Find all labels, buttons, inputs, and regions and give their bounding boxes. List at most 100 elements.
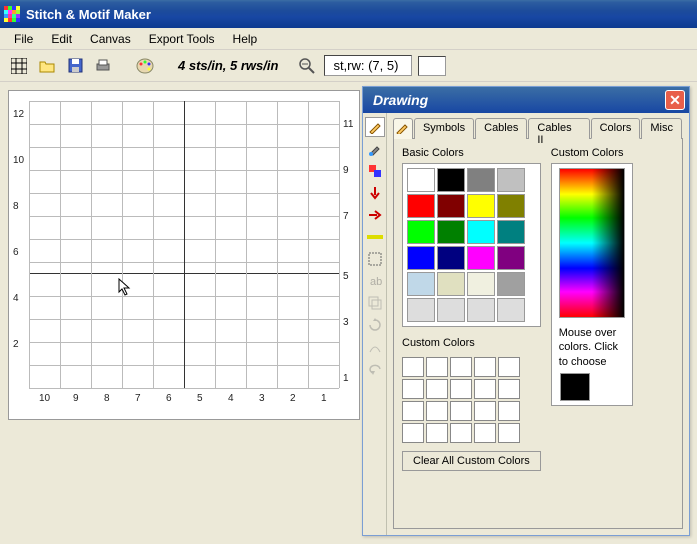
menu-bar: File Edit Canvas Export Tools Help xyxy=(0,28,697,50)
y-label-r: 7 xyxy=(343,211,349,222)
y-label-r: 1 xyxy=(343,373,349,384)
x-label: 9 xyxy=(73,393,79,404)
menu-edit[interactable]: Edit xyxy=(43,30,80,48)
basic-color-swatch[interactable] xyxy=(407,272,435,296)
custom-color-slot[interactable] xyxy=(450,379,472,399)
spectrum-wrap: Mouse over colors. Click to choose xyxy=(551,163,633,406)
palette-icon[interactable] xyxy=(134,55,156,77)
custom-color-slot[interactable] xyxy=(426,357,448,377)
basic-color-swatch[interactable] xyxy=(437,194,465,218)
basic-color-swatch[interactable] xyxy=(407,220,435,244)
open-icon[interactable] xyxy=(36,55,58,77)
color-preview-box xyxy=(418,56,446,76)
svg-text:ab: ab xyxy=(370,276,382,288)
current-color-swatch xyxy=(560,373,590,401)
basic-color-swatch[interactable] xyxy=(497,168,525,192)
custom-color-slot[interactable] xyxy=(498,379,520,399)
zoom-out-icon[interactable] xyxy=(296,55,318,77)
brush-tool-icon[interactable] xyxy=(365,139,385,159)
custom-color-slot[interactable] xyxy=(426,423,448,443)
tab-cables[interactable]: Cables xyxy=(475,118,527,139)
custom-color-slot[interactable] xyxy=(450,401,472,421)
close-icon[interactable]: ✕ xyxy=(665,90,685,110)
custom-color-slot[interactable] xyxy=(474,423,496,443)
tab-symbols[interactable]: Symbols xyxy=(414,118,474,139)
misc-tool-icon[interactable] xyxy=(365,337,385,357)
arrow-right-tool-icon[interactable] xyxy=(365,205,385,225)
basic-color-swatch[interactable] xyxy=(497,220,525,244)
basic-color-swatch[interactable] xyxy=(437,246,465,270)
custom-color-slot[interactable] xyxy=(426,401,448,421)
y-label-r: 5 xyxy=(343,271,349,282)
menu-file[interactable]: File xyxy=(6,30,41,48)
basic-color-swatch[interactable] xyxy=(467,168,495,192)
select-tool-icon[interactable] xyxy=(365,249,385,269)
print-icon[interactable] xyxy=(92,55,114,77)
basic-color-swatch[interactable] xyxy=(407,168,435,192)
basic-color-swatch[interactable] xyxy=(497,194,525,218)
custom-color-slot[interactable] xyxy=(402,357,424,377)
tab-cables-ii[interactable]: Cables II xyxy=(528,118,589,139)
custom-colors-top-label: Custom Colors xyxy=(551,147,674,159)
custom-color-slot[interactable] xyxy=(474,379,496,399)
drawing-panel-titlebar[interactable]: Drawing ✕ xyxy=(363,87,689,113)
custom-color-slot[interactable] xyxy=(498,423,520,443)
basic-color-swatch[interactable] xyxy=(467,298,495,322)
menu-export-tools[interactable]: Export Tools xyxy=(141,30,223,48)
custom-colors-grid xyxy=(402,357,541,443)
fill-tool-icon[interactable] xyxy=(365,161,385,181)
toolbar: 4 sts/in, 5 rws/in st,rw: (7, 5) xyxy=(0,50,697,82)
y-label: 12 xyxy=(13,109,24,120)
custom-color-slot[interactable] xyxy=(450,357,472,377)
basic-color-swatch[interactable] xyxy=(407,194,435,218)
custom-color-slot[interactable] xyxy=(450,423,472,443)
basic-color-swatch[interactable] xyxy=(437,220,465,244)
copy-tool-icon[interactable] xyxy=(365,293,385,313)
line-tool-icon[interactable] xyxy=(365,227,385,247)
custom-color-slot[interactable] xyxy=(402,423,424,443)
custom-color-slot[interactable] xyxy=(474,401,496,421)
custom-color-slot[interactable] xyxy=(498,357,520,377)
basic-color-swatch[interactable] xyxy=(467,246,495,270)
basic-color-swatch[interactable] xyxy=(437,298,465,322)
clear-custom-colors-button[interactable]: Clear All Custom Colors xyxy=(402,451,541,471)
custom-color-slot[interactable] xyxy=(474,357,496,377)
rotate-tool-icon[interactable] xyxy=(365,315,385,335)
basic-color-swatch[interactable] xyxy=(407,246,435,270)
app-icon xyxy=(4,6,20,22)
custom-color-slot[interactable] xyxy=(402,401,424,421)
stitch-density-label: 4 sts/in, 5 rws/in xyxy=(178,58,278,73)
basic-color-swatch[interactable] xyxy=(467,194,495,218)
basic-color-swatch[interactable] xyxy=(467,272,495,296)
x-label: 3 xyxy=(259,393,265,404)
tab-misc[interactable]: Misc xyxy=(641,118,682,139)
x-label: 8 xyxy=(104,393,110,404)
basic-colors-label: Basic Colors xyxy=(402,147,541,159)
custom-color-slot[interactable] xyxy=(426,379,448,399)
color-spectrum[interactable] xyxy=(559,168,625,318)
custom-color-slot[interactable] xyxy=(402,379,424,399)
save-icon[interactable] xyxy=(64,55,86,77)
grid-icon[interactable] xyxy=(8,55,30,77)
basic-color-swatch[interactable] xyxy=(437,272,465,296)
menu-canvas[interactable]: Canvas xyxy=(82,30,139,48)
menu-help[interactable]: Help xyxy=(225,30,266,48)
undo-tool-icon[interactable] xyxy=(365,359,385,379)
colors-tab-content: Basic Colors Custom Colors Clear All Cus… xyxy=(393,139,683,529)
basic-color-swatch[interactable] xyxy=(407,298,435,322)
y-label: 4 xyxy=(13,293,19,304)
x-label: 6 xyxy=(166,393,172,404)
basic-color-swatch[interactable] xyxy=(497,246,525,270)
arrow-down-tool-icon[interactable] xyxy=(365,183,385,203)
stitch-canvas[interactable]: 12 10 8 6 4 2 11 9 7 5 3 1 10 9 8 7 6 5 … xyxy=(8,90,360,420)
basic-color-swatch[interactable] xyxy=(437,168,465,192)
tab-pencil[interactable] xyxy=(393,118,413,139)
basic-color-swatch[interactable] xyxy=(467,220,495,244)
tab-colors[interactable]: Colors xyxy=(591,118,641,139)
x-label: 1 xyxy=(321,393,327,404)
pencil-tool-icon[interactable] xyxy=(365,117,385,137)
symbol-tool-icon[interactable]: ab xyxy=(365,271,385,291)
basic-color-swatch[interactable] xyxy=(497,272,525,296)
custom-color-slot[interactable] xyxy=(498,401,520,421)
basic-color-swatch[interactable] xyxy=(497,298,525,322)
